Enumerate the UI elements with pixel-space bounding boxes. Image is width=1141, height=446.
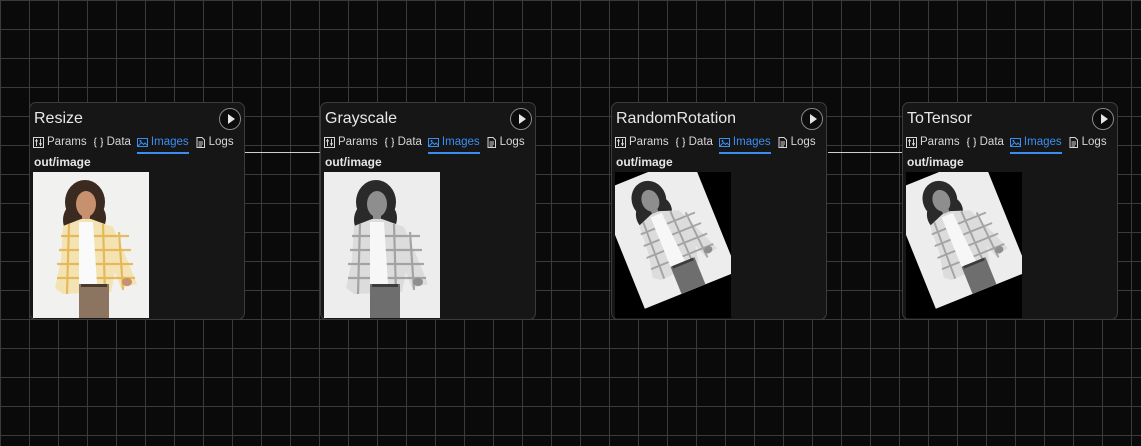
output-label: out/image [325, 155, 382, 169]
tab-label: Data [106, 136, 131, 148]
node-title: ToTensor [907, 110, 972, 127]
node-tabs: Params Data Images Logs [324, 133, 532, 154]
node-title: Resize [34, 110, 83, 127]
photo [33, 172, 149, 318]
tab-logs[interactable]: Logs [1068, 133, 1107, 151]
tab-images[interactable]: Images [718, 133, 771, 154]
tab-data[interactable]: Data [384, 133, 422, 151]
play-icon [228, 114, 235, 124]
output-image[interactable] [906, 172, 1022, 318]
tab-label: Logs [499, 136, 525, 148]
run-button[interactable] [510, 108, 532, 130]
document-icon [777, 136, 788, 148]
tab-label: Data [979, 136, 1004, 148]
play-icon [1101, 114, 1108, 124]
node-tabs: Params Data Images Logs [33, 133, 241, 154]
tab-label: Data [688, 136, 713, 148]
play-icon [519, 114, 526, 124]
graph-canvas[interactable]: Resize Params Data Images Logs out/image… [0, 0, 1141, 446]
tab-label: Logs [208, 136, 234, 148]
output-label: out/image [616, 155, 673, 169]
node-grayscale[interactable]: Grayscale Params Data Images Logs out/im… [320, 102, 536, 320]
play-icon [810, 114, 817, 124]
image-icon [427, 137, 439, 148]
output-label: out/image [907, 155, 964, 169]
tab-images[interactable]: Images [427, 133, 480, 154]
tab-params[interactable]: Params [324, 133, 378, 151]
sliders-icon [33, 136, 44, 148]
node-title: RandomRotation [616, 110, 737, 127]
braces-icon [93, 137, 104, 148]
tab-label: Images [441, 136, 480, 148]
output-image[interactable] [33, 172, 149, 318]
tab-label: Params [338, 136, 378, 148]
node-tabs: Params Data Images Logs [906, 133, 1114, 154]
sliders-icon [906, 136, 917, 148]
node-totensor[interactable]: ToTensor Params Data Images Logs out/ima… [902, 102, 1118, 320]
node-tabs: Params Data Images Logs [615, 133, 823, 154]
tab-images[interactable]: Images [1009, 133, 1062, 154]
image-icon [1009, 137, 1021, 148]
photo [324, 172, 440, 318]
output-label: out/image [34, 155, 91, 169]
tab-logs[interactable]: Logs [777, 133, 816, 151]
tab-label: Images [732, 136, 771, 148]
tab-logs[interactable]: Logs [486, 133, 525, 151]
tab-label: Images [150, 136, 189, 148]
node-resize[interactable]: Resize Params Data Images Logs out/image [29, 102, 245, 320]
tab-params[interactable]: Params [615, 133, 669, 151]
run-button[interactable] [801, 108, 823, 130]
document-icon [1068, 136, 1079, 148]
tab-images[interactable]: Images [136, 133, 189, 154]
tab-label: Params [920, 136, 960, 148]
node-title: Grayscale [325, 110, 398, 127]
tab-data[interactable]: Data [675, 133, 713, 151]
image-icon [718, 137, 730, 148]
tab-label: Logs [790, 136, 816, 148]
tab-label: Logs [1081, 136, 1107, 148]
output-image[interactable] [615, 172, 731, 318]
tab-logs[interactable]: Logs [195, 133, 234, 151]
sliders-icon [615, 136, 626, 148]
braces-icon [966, 137, 977, 148]
braces-icon [675, 137, 686, 148]
photo [615, 172, 731, 318]
tab-label: Params [47, 136, 87, 148]
tab-data[interactable]: Data [966, 133, 1004, 151]
sliders-icon [324, 136, 335, 148]
edge-randomrotation-totensor [828, 152, 902, 153]
tab-label: Images [1023, 136, 1062, 148]
tab-params[interactable]: Params [906, 133, 960, 151]
edge-resize-grayscale [245, 152, 321, 153]
tab-data[interactable]: Data [93, 133, 131, 151]
run-button[interactable] [1092, 108, 1114, 130]
tab-label: Data [397, 136, 422, 148]
run-button[interactable] [219, 108, 241, 130]
node-randomrotation[interactable]: RandomRotation Params Data Images Logs o… [611, 102, 827, 320]
braces-icon [384, 137, 395, 148]
photo [906, 172, 1022, 318]
document-icon [486, 136, 497, 148]
document-icon [195, 136, 206, 148]
tab-label: Params [629, 136, 669, 148]
image-icon [136, 137, 148, 148]
output-image[interactable] [324, 172, 440, 318]
tab-params[interactable]: Params [33, 133, 87, 151]
